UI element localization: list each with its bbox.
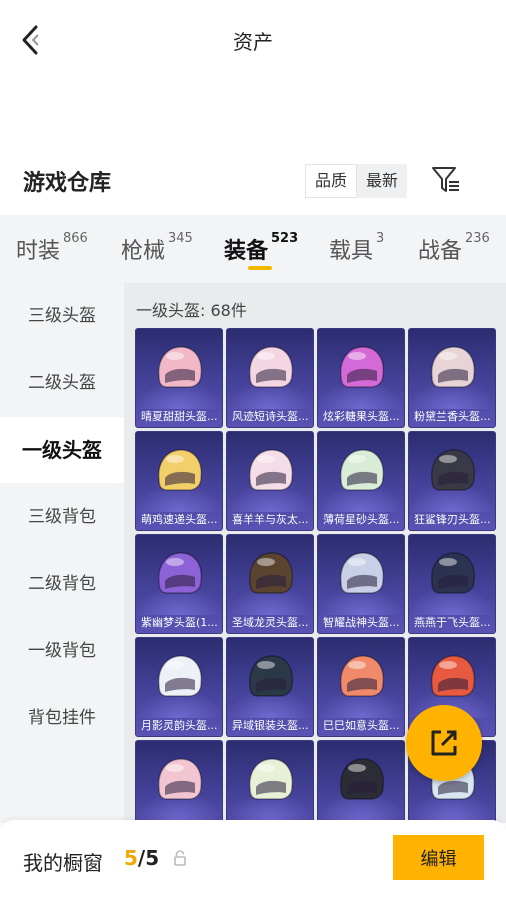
- tab-count: 236: [465, 231, 490, 246]
- share-button[interactable]: [406, 705, 482, 781]
- helmet-item-card[interactable]: 紫幽梦头盔(1...: [135, 534, 223, 634]
- item-name: 狂鲨锋刃头盔...: [414, 513, 491, 526]
- item-name: 巳巳如意头盔...: [323, 719, 400, 732]
- sidebar: 三级头盔 二级头盔 一级头盔 三级背包 二级背包 一级背包 背包挂件: [0, 283, 124, 823]
- helmet-icon: [158, 758, 203, 800]
- helmet-icon: [340, 655, 385, 697]
- tab-supplies[interactable]: 战备236: [418, 231, 490, 265]
- tab-vehicles[interactable]: 载具3: [329, 231, 385, 265]
- edit-button[interactable]: 编辑: [393, 835, 484, 880]
- helmet-item-card[interactable]: 狂鲨锋刃头盔...: [408, 431, 496, 531]
- helmet-icon: [340, 449, 385, 491]
- sort-quality-button[interactable]: 品质: [305, 164, 358, 198]
- item-name: 异域银装头盔...: [232, 719, 309, 732]
- tab-label: 载具: [329, 239, 374, 264]
- item-name: 月影灵韵头盔...: [141, 719, 218, 732]
- tab-guns[interactable]: 枪械345: [121, 231, 193, 265]
- external-link-icon: [431, 730, 457, 756]
- sidebar-item-level3-helmet[interactable]: 三级头盔: [0, 283, 124, 349]
- tab-label: 时装: [16, 239, 61, 264]
- helmet-icon: [340, 552, 385, 594]
- item-name: 圣域龙灵头盔...: [232, 616, 309, 629]
- helmet-icon: [249, 552, 294, 594]
- helmet-icon: [249, 758, 294, 800]
- helmet-icon: [340, 346, 385, 388]
- helmet-item-card[interactable]: 巳巳如意头盔...: [317, 637, 405, 737]
- sidebar-item-level1-backpack[interactable]: 一级背包: [0, 618, 124, 684]
- helmet-icon: [158, 346, 203, 388]
- helmet-icon: [431, 449, 476, 491]
- tab-label: 枪械: [121, 239, 166, 264]
- tab-equipment[interactable]: 装备523: [224, 231, 299, 265]
- tab-count: 3: [376, 231, 385, 246]
- helmet-item-card[interactable]: 智耀战神头盔...: [317, 534, 405, 634]
- showcase-count: 5/5: [124, 846, 159, 870]
- lock-icon: [174, 850, 186, 866]
- category-tabs: 时装866 枪械345 装备523 载具3 战备236: [0, 215, 506, 283]
- item-name: 薄荷星砂头盔...: [323, 513, 400, 526]
- tab-label: 战备: [418, 239, 463, 264]
- item-name: 智耀战神头盔...: [323, 616, 400, 629]
- helmet-item-card[interactable]: 风迹短诗头盔...: [226, 328, 314, 428]
- showcase-count-current: 5: [124, 846, 138, 870]
- helmet-icon: [431, 346, 476, 388]
- tab-count: 523: [271, 231, 299, 246]
- helmet-icon: [249, 655, 294, 697]
- helmet-item-card[interactable]: 萌鸡速递头盔...: [135, 431, 223, 531]
- helmet-item-card[interactable]: 圣域龙灵头盔...: [226, 534, 314, 634]
- item-name: 紫幽梦头盔(1...: [141, 616, 218, 629]
- showcase-count-total: /5: [137, 846, 160, 870]
- helmet-item-card[interactable]: 炫彩糖果头盔...: [317, 328, 405, 428]
- sidebar-item-level2-helmet[interactable]: 二级头盔: [0, 350, 124, 416]
- item-name: 风迹短诗头盔...: [232, 410, 309, 423]
- tab-count: 345: [168, 231, 193, 246]
- helmet-icon: [158, 552, 203, 594]
- tab-fashion[interactable]: 时装866: [16, 231, 88, 265]
- item-name: 喜羊羊与灰太...: [232, 513, 309, 526]
- helmet-item-card[interactable]: 粉黛兰香头盔...: [408, 328, 496, 428]
- helmet-icon: [431, 552, 476, 594]
- helmet-item-card[interactable]: 月影灵韵头盔...: [135, 637, 223, 737]
- helmet-item-card[interactable]: [226, 740, 314, 823]
- item-name: 炫彩糖果头盔...: [323, 410, 400, 423]
- helmet-icon: [158, 449, 203, 491]
- helmet-item-card[interactable]: 薄荷星砂头盔...: [317, 431, 405, 531]
- tab-label: 装备: [224, 239, 269, 264]
- filter-icon: [432, 167, 459, 192]
- showcase-label: 我的橱窗: [23, 851, 103, 875]
- helmet-item-card[interactable]: 喜羊羊与灰太...: [226, 431, 314, 531]
- helmet-icon: [340, 758, 385, 800]
- helmet-icon: [249, 449, 294, 491]
- section-heading: 一级头盔: 68件: [136, 301, 247, 320]
- sidebar-item-level1-helmet[interactable]: 一级头盔: [0, 417, 124, 483]
- helmet-icon: [249, 346, 294, 388]
- active-tab-indicator: [248, 266, 272, 270]
- helmet-icon: [431, 655, 476, 697]
- warehouse-title: 游戏仓库: [23, 171, 112, 196]
- filter-button[interactable]: [430, 164, 464, 196]
- helmet-item-card[interactable]: 晴夏甜甜头盔...: [135, 328, 223, 428]
- tab-count: 866: [63, 231, 88, 246]
- sidebar-item-level3-backpack[interactable]: 三级背包: [0, 484, 124, 550]
- helmet-icon: [158, 655, 203, 697]
- sidebar-item-backpack-charm[interactable]: 背包挂件: [0, 685, 124, 751]
- helmet-item-card[interactable]: 异域银装头盔...: [226, 637, 314, 737]
- sort-latest-button[interactable]: 最新: [357, 164, 407, 198]
- item-name: 粉黛兰香头盔...: [414, 410, 491, 423]
- item-name: 晴夏甜甜头盔...: [141, 410, 218, 423]
- page-title: 资产: [233, 30, 273, 54]
- sidebar-item-level2-backpack[interactable]: 二级背包: [0, 551, 124, 617]
- item-name: 燕燕于飞头盔...: [414, 616, 491, 629]
- item-name: 萌鸡速递头盔...: [141, 513, 218, 526]
- helmet-item-card[interactable]: 燕燕于飞头盔...: [408, 534, 496, 634]
- helmet-item-card[interactable]: [135, 740, 223, 823]
- showcase-bar: 我的橱窗 5/5 编辑: [0, 820, 506, 897]
- sort-toggle: 品质 最新: [305, 164, 408, 198]
- helmet-item-card[interactable]: [317, 740, 405, 823]
